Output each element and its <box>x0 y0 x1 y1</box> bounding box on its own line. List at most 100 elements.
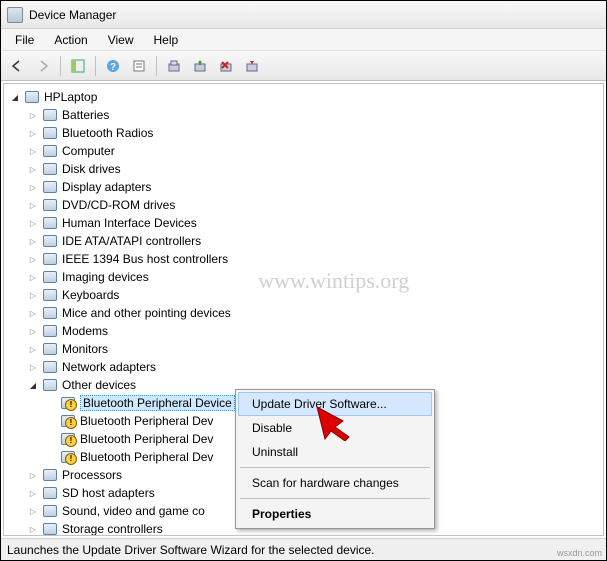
disk-icon <box>42 161 58 177</box>
tree-category[interactable]: ▷ IEEE 1394 Bus host controllers <box>26 250 603 268</box>
tree-category[interactable]: ▷ Human Interface Devices <box>26 214 603 232</box>
other-icon <box>60 413 76 429</box>
tree-category[interactable]: ▷ Batteries <box>26 106 603 124</box>
context-menu-separator <box>240 498 430 499</box>
expand-collapse-icon[interactable] <box>44 414 58 428</box>
tree-category-label: Display adapters <box>62 180 151 194</box>
tree-category[interactable]: ▷ Network adapters <box>26 358 603 376</box>
expand-collapse-icon[interactable]: ◢ <box>8 90 22 104</box>
title-bar: Device Manager <box>1 1 606 29</box>
tree-category-label: Batteries <box>62 108 109 122</box>
tree-category-label: Sound, video and game co <box>62 504 205 518</box>
context-menu-item[interactable]: Uninstall <box>238 440 432 464</box>
expand-collapse-icon[interactable] <box>44 396 58 410</box>
tree-category-label: DVD/CD-ROM drives <box>62 198 175 212</box>
tree-device-label: Bluetooth Peripheral Dev <box>80 450 213 464</box>
toolbar: ? <box>1 51 606 81</box>
tree-category[interactable]: ▷ Display adapters <box>26 178 603 196</box>
toolbar-separator <box>156 56 157 76</box>
help-button[interactable]: ? <box>101 54 125 78</box>
scan-hardware-button[interactable] <box>162 54 186 78</box>
uninstall-button[interactable] <box>214 54 238 78</box>
expand-collapse-icon[interactable]: ▷ <box>26 162 40 176</box>
status-bar: Launches the Update Driver Software Wiza… <box>1 538 606 560</box>
expand-collapse-icon[interactable]: ▷ <box>26 324 40 338</box>
tree-category[interactable]: ▷ Imaging devices <box>26 268 603 286</box>
menu-help[interactable]: Help <box>144 31 189 49</box>
tree-category[interactable]: ▷Bluetooth Radios <box>26 124 603 142</box>
update-driver-button[interactable] <box>188 54 212 78</box>
forward-button[interactable] <box>31 54 55 78</box>
ieee1394-icon <box>42 251 58 267</box>
tree-category-label: Network adapters <box>62 360 156 374</box>
expand-collapse-icon[interactable]: ▷ <box>26 126 40 140</box>
expand-collapse-icon[interactable]: ◢ <box>26 378 40 392</box>
expand-collapse-icon[interactable]: ▷ <box>26 270 40 284</box>
expand-collapse-icon[interactable]: ▷ <box>26 288 40 302</box>
tree-category[interactable]: ▷ Modems <box>26 322 603 340</box>
tree-category[interactable]: ▷ Mice and other pointing devices <box>26 304 603 322</box>
expand-collapse-icon[interactable]: ▷ <box>26 234 40 248</box>
tree-category[interactable]: ▷ Disk drives <box>26 160 603 178</box>
expand-collapse-icon[interactable]: ▷ <box>26 486 40 500</box>
mouse-icon <box>42 305 58 321</box>
menu-bar: File Action View Help <box>1 29 606 51</box>
tree-category-label: SD host adapters <box>62 486 155 500</box>
tree-category[interactable]: ▷ DVD/CD-ROM drives <box>26 196 603 214</box>
expand-collapse-icon[interactable]: ▷ <box>26 144 40 158</box>
expand-collapse-icon[interactable]: ▷ <box>26 468 40 482</box>
tree-category-label: IEEE 1394 Bus host controllers <box>62 252 228 266</box>
tree-category-label: Mice and other pointing devices <box>62 306 231 320</box>
tree-category-label: Other devices <box>62 378 136 392</box>
imaging-icon <box>42 269 58 285</box>
expand-collapse-icon[interactable] <box>44 450 58 464</box>
other-icon <box>42 377 58 393</box>
tree-root-node[interactable]: ◢ HPLaptop <box>8 88 603 106</box>
context-menu-item[interactable]: Disable <box>238 416 432 440</box>
tree-category-label: Storage controllers <box>62 522 163 536</box>
tree-category[interactable]: ▷ Keyboards <box>26 286 603 304</box>
tree-category-label: Disk drives <box>62 162 121 176</box>
svg-text:?: ? <box>110 62 116 73</box>
modem-icon <box>42 323 58 339</box>
tree-category-label: IDE ATA/ATAPI controllers <box>62 234 201 248</box>
expand-collapse-icon[interactable]: ▷ <box>26 522 40 536</box>
storage-icon <box>42 521 58 536</box>
expand-collapse-icon[interactable]: ▷ <box>26 180 40 194</box>
processor-icon <box>42 467 58 483</box>
expand-collapse-icon[interactable]: ▷ <box>26 342 40 356</box>
tree-root-label: HPLaptop <box>44 90 97 104</box>
tree-category-label: Modems <box>62 324 108 338</box>
tree-category[interactable]: ▷ IDE ATA/ATAPI controllers <box>26 232 603 250</box>
expand-collapse-icon[interactable]: ▷ <box>26 360 40 374</box>
expand-collapse-icon[interactable]: ▷ <box>26 504 40 518</box>
expand-collapse-icon[interactable]: ▷ <box>26 252 40 266</box>
expand-collapse-icon[interactable] <box>44 432 58 446</box>
properties-button[interactable] <box>127 54 151 78</box>
context-menu-item[interactable]: Properties <box>238 502 432 526</box>
context-menu-item[interactable]: Update Driver Software... <box>238 392 432 416</box>
tree-category[interactable]: ▷Computer <box>26 142 603 160</box>
expand-collapse-icon[interactable]: ▷ <box>26 306 40 320</box>
menu-file[interactable]: File <box>5 31 44 49</box>
menu-action[interactable]: Action <box>44 31 97 49</box>
monitor-icon <box>42 341 58 357</box>
tree-category-label: Keyboards <box>62 288 119 302</box>
tree-category[interactable]: ▷Monitors <box>26 340 603 358</box>
tree-category-label: Human Interface Devices <box>62 216 197 230</box>
back-button[interactable] <box>5 54 29 78</box>
other-icon <box>60 431 76 447</box>
expand-collapse-icon[interactable]: ▷ <box>26 198 40 212</box>
tree-device-label: Bluetooth Peripheral Device <box>80 395 235 411</box>
expand-collapse-icon[interactable]: ▷ <box>26 216 40 230</box>
disable-button[interactable] <box>240 54 264 78</box>
ide-icon <box>42 233 58 249</box>
keyboard-icon <box>42 287 58 303</box>
other-icon <box>60 395 76 411</box>
status-text: Launches the Update Driver Software Wiza… <box>7 543 375 557</box>
menu-view[interactable]: View <box>98 31 144 49</box>
context-menu-item[interactable]: Scan for hardware changes <box>238 471 432 495</box>
expand-collapse-icon[interactable]: ▷ <box>26 108 40 122</box>
tree-category-label: Imaging devices <box>62 270 149 284</box>
show-hide-console-tree-button[interactable] <box>66 54 90 78</box>
